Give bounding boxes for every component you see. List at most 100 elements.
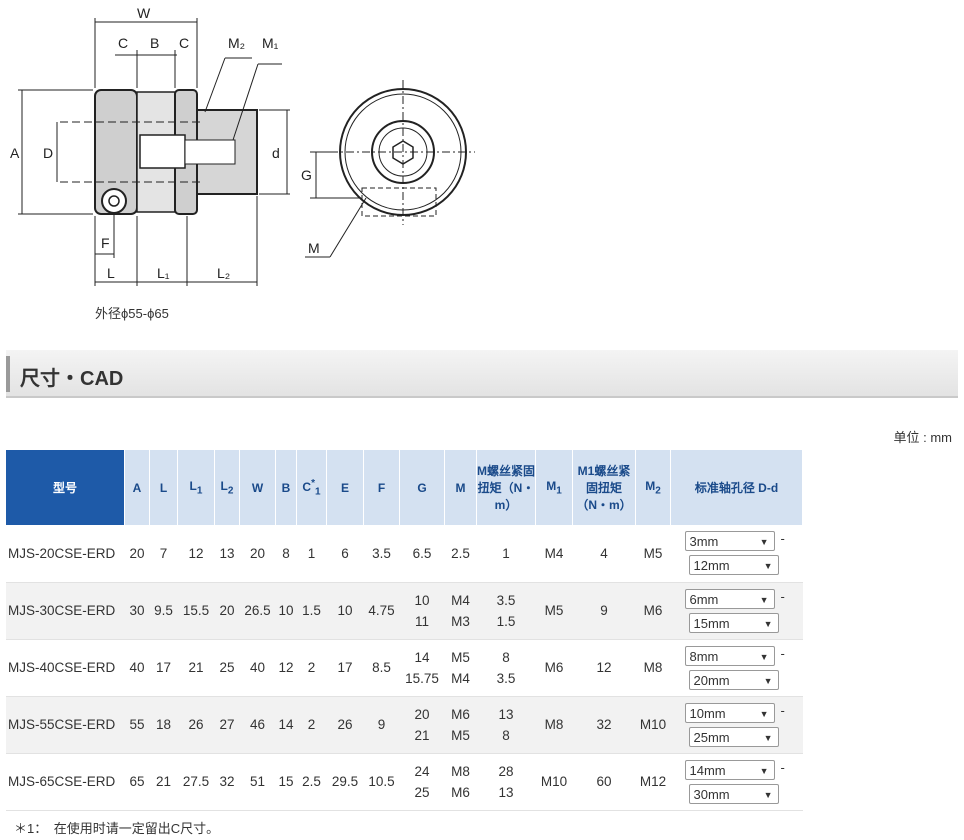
label-A: A [10, 145, 20, 161]
section-header: 尺寸・CAD [6, 350, 958, 398]
cell-G: 24 25 [399, 753, 445, 811]
cell-C1: 2 [296, 639, 327, 697]
header-B: B [275, 450, 297, 525]
cell-M2: M8 [635, 639, 671, 697]
table-row: MJS-40CSE-ERD 40 17 21 25 40 12 2 17 8.5 14 15.75 M… [6, 639, 803, 697]
bore-dash: - [780, 702, 785, 718]
bore-d-select[interactable]: 20mm ▼ [688, 669, 779, 690]
cell-A: 30 [124, 582, 150, 640]
cell-model: MJS-30CSE-ERD [6, 582, 125, 640]
cell-M-torque: 28 13 [476, 753, 536, 811]
cell-L2: 20 [214, 582, 240, 640]
cell-W: 51 [239, 753, 276, 811]
chevron-down-icon: ▼ [763, 789, 773, 800]
cell-L2: 27 [214, 696, 240, 754]
cell-C1: 1 [296, 525, 327, 583]
cell-L1: 12 [177, 525, 215, 583]
label-M2: M₂ [228, 35, 245, 51]
section-title: 尺寸・CAD [20, 368, 124, 390]
label-G: G [301, 167, 312, 183]
bore-D-select[interactable]: 6mm ▼ [684, 588, 775, 609]
label-d: d [272, 145, 280, 161]
cell-M2: M5 [635, 525, 671, 583]
bore-D-value: 14mm [689, 762, 726, 778]
label-L2: L₂ [217, 265, 230, 281]
cell-model: MJS-20CSE-ERD [6, 525, 125, 583]
cell-A: 55 [124, 696, 150, 754]
table-header-row: 型号 A L L1 L2 W B C*1 E F G M M螺丝紧固扭矩（N・m… [6, 450, 803, 525]
cell-G: 10 11 [399, 582, 445, 640]
bore-dash: - [780, 531, 785, 547]
cell-M1-torque: 4 [572, 525, 636, 583]
cell-M1: M10 [535, 753, 573, 811]
cell-W: 46 [239, 696, 276, 754]
cell-L: 7 [149, 525, 178, 583]
cell-M1: M6 [535, 639, 573, 697]
cell-M1: M4 [535, 525, 573, 583]
table-row: MJS-20CSE-ERD 20 7 12 13 20 8 1 6 3.5 6.5 2.5 1 M4 4 M5… [6, 525, 803, 583]
bore-d-value: 25mm [693, 729, 730, 745]
cell-bore-selects: 10mm ▼ - 25mm ▼ [670, 696, 803, 754]
bore-d-select[interactable]: 12mm ▼ [688, 555, 779, 576]
cell-F: 4.75 [363, 582, 400, 640]
cell-bore-selects: 6mm ▼ - 15mm ▼ [670, 582, 803, 640]
cell-M-torque: 3.5 1.5 [476, 582, 536, 640]
bore-dash: - [780, 645, 785, 661]
cell-M: 2.5 [444, 525, 477, 583]
cell-model: MJS-55CSE-ERD [6, 696, 125, 754]
cell-E: 29.5 [326, 753, 364, 811]
chevron-down-icon: ▼ [763, 618, 773, 629]
cell-bore-selects: 14mm ▼ -30mm ▼ [670, 753, 803, 811]
cell-bore-selects: 3mm ▼ -12mm ▼ [670, 525, 803, 583]
cell-C1: 2.5 [296, 753, 327, 811]
cell-L2: 32 [214, 753, 240, 811]
cell-L1: 26 [177, 696, 215, 754]
header-M-torque: M螺丝紧固扭矩（N・m） [476, 450, 536, 525]
coupling-drawing-svg: W C B C M₂ M₁ A D d G F L L₁ L₂ M [10, 5, 475, 286]
cell-W: 20 [239, 525, 276, 583]
bore-D-select[interactable]: 8mm ▼ [684, 645, 775, 666]
chevron-down-icon: ▼ [759, 708, 769, 719]
spec-table-body: MJS-20CSE-ERD 20 7 12 13 20 8 1 6 3.5 6.5 2.5 1 M4 4 M5… [6, 525, 803, 811]
chevron-down-icon: ▼ [763, 732, 773, 743]
bore-d-select[interactable]: 25mm ▼ [688, 726, 779, 747]
cell-M-torque: 1 [476, 525, 536, 583]
header-L1: L1 [177, 450, 215, 525]
cell-M: M6 M5 [444, 696, 477, 754]
section-accent-bar [6, 356, 10, 392]
cell-B: 12 [275, 639, 297, 697]
bore-d-select[interactable]: 30mm ▼ [688, 783, 779, 804]
cell-M: M4 M3 [444, 582, 477, 640]
cell-G: 20 21 [399, 696, 445, 754]
header-M1-torque: M1螺丝紧固扭矩（N・m） [572, 450, 636, 525]
cell-W: 40 [239, 639, 276, 697]
cell-B: 8 [275, 525, 297, 583]
cell-W: 26.5 [239, 582, 276, 640]
bore-D-select[interactable]: 3mm ▼ [684, 531, 775, 552]
label-C-right: C [179, 35, 189, 51]
cell-M2: M6 [635, 582, 671, 640]
cell-L1: 15.5 [177, 582, 215, 640]
cell-L2: 13 [214, 525, 240, 583]
cell-M1: M8 [535, 696, 573, 754]
bore-dash: - [780, 588, 785, 604]
header-model: 型号 [6, 450, 125, 525]
cell-M-torque: 8 3.5 [476, 639, 536, 697]
cell-L: 17 [149, 639, 178, 697]
chevron-down-icon: ▼ [759, 765, 769, 776]
cell-A: 65 [124, 753, 150, 811]
bore-D-select[interactable]: 10mm ▼ [684, 702, 775, 723]
header-W: W [239, 450, 276, 525]
cell-model: MJS-40CSE-ERD [6, 639, 125, 697]
technical-drawing: W C B C M₂ M₁ A D d G F L L₁ L₂ M 外径ϕ55-… [0, 0, 964, 330]
bore-d-value: 15mm [693, 615, 730, 631]
label-L1: L₁ [157, 265, 170, 281]
bore-D-value: 3mm [689, 534, 719, 550]
bore-d-select[interactable]: 15mm ▼ [688, 612, 779, 633]
bore-D-select[interactable]: 14mm ▼ [684, 759, 775, 780]
cell-bore-selects: 8mm ▼ -20mm ▼ [670, 639, 803, 697]
header-A: A [124, 450, 150, 525]
footnote: ＊1： 在使用时请一定留出C尺寸。 [14, 821, 220, 836]
chevron-down-icon: ▼ [759, 594, 769, 605]
cell-B: 15 [275, 753, 297, 811]
